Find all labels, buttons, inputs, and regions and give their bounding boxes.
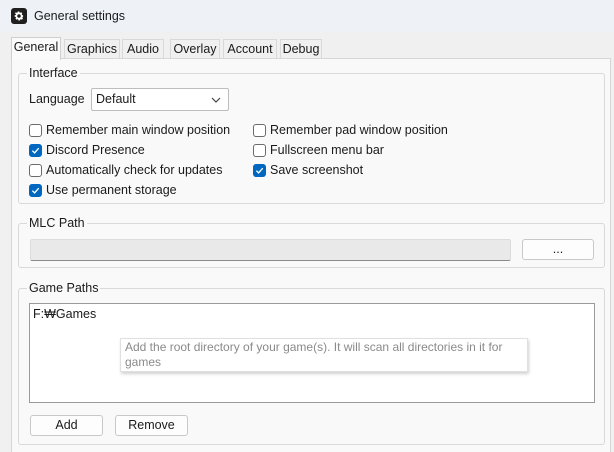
- auto-update-label: Automatically check for updates: [46, 163, 223, 177]
- discord-presence-label: Discord Presence: [46, 143, 145, 157]
- checkbox-box[interactable]: [29, 123, 42, 137]
- tab-account[interactable]: Account: [223, 39, 277, 59]
- language-label: Language: [29, 92, 85, 106]
- mlc-path-group: MLC Path ...: [18, 216, 605, 268]
- chevron-down-icon: [211, 97, 221, 103]
- remember-main-window-label: Remember main window position: [46, 123, 231, 137]
- fullscreen-menu-bar-label: Fullscreen menu bar: [270, 143, 384, 157]
- game-paths-group: Game Paths F:₩Games Add the root directo…: [18, 281, 605, 445]
- permanent-storage-checkbox[interactable]: Use permanent storage: [29, 182, 177, 198]
- browse-mlc-path-button[interactable]: ...: [522, 239, 594, 260]
- game-paths-group-title: Game Paths: [27, 281, 101, 295]
- game-paths-list[interactable]: F:₩Games Add the root directory of your …: [29, 303, 595, 403]
- interface-group-title: Interface: [27, 66, 80, 80]
- remember-pad-window-checkbox[interactable]: Remember pad window position: [253, 122, 448, 138]
- checkmark-icon: [31, 147, 40, 154]
- auto-update-checkbox[interactable]: Automatically check for updates: [29, 162, 222, 178]
- tab-overlay[interactable]: Overlay: [170, 39, 220, 59]
- checkbox-box[interactable]: [253, 163, 266, 177]
- tab-audio[interactable]: Audio: [122, 39, 164, 59]
- remove-game-path-button[interactable]: Remove: [115, 415, 188, 436]
- checkbox-box[interactable]: [29, 183, 42, 197]
- checkbox-box[interactable]: [253, 143, 266, 157]
- mlc-path-group-title: MLC Path: [27, 216, 87, 230]
- tab-graphics[interactable]: Graphics: [64, 39, 120, 59]
- remember-pad-window-label: Remember pad window position: [270, 123, 448, 137]
- fullscreen-menu-bar-checkbox[interactable]: Fullscreen menu bar: [253, 142, 384, 158]
- list-item[interactable]: F:₩Games: [33, 307, 96, 321]
- interface-group: Interface Language Default Remember main…: [18, 66, 605, 204]
- gear-icon: [11, 8, 27, 24]
- tab-debug[interactable]: Debug: [280, 39, 322, 59]
- discord-presence-checkbox[interactable]: Discord Presence: [29, 142, 145, 158]
- general-tab-panel: Interface Language Default Remember main…: [11, 58, 611, 452]
- language-select-value: Default: [96, 92, 136, 106]
- permanent-storage-label: Use permanent storage: [46, 183, 177, 197]
- mlc-path-input[interactable]: [30, 239, 511, 261]
- game-paths-tooltip: Add the root directory of your game(s). …: [120, 338, 528, 372]
- add-game-path-button[interactable]: Add: [30, 415, 103, 436]
- checkbox-box[interactable]: [29, 143, 42, 157]
- checkbox-box[interactable]: [253, 123, 266, 137]
- checkmark-icon: [255, 167, 264, 174]
- tab-general[interactable]: General: [11, 37, 61, 60]
- save-screenshot-checkbox[interactable]: Save screenshot: [253, 162, 363, 178]
- checkbox-box[interactable]: [29, 163, 42, 177]
- remember-main-window-checkbox[interactable]: Remember main window position: [29, 122, 230, 138]
- language-select[interactable]: Default: [91, 88, 229, 111]
- title-bar: General settings: [0, 0, 614, 32]
- save-screenshot-label: Save screenshot: [270, 163, 364, 177]
- window-title: General settings: [34, 9, 126, 23]
- checkmark-icon: [31, 187, 40, 194]
